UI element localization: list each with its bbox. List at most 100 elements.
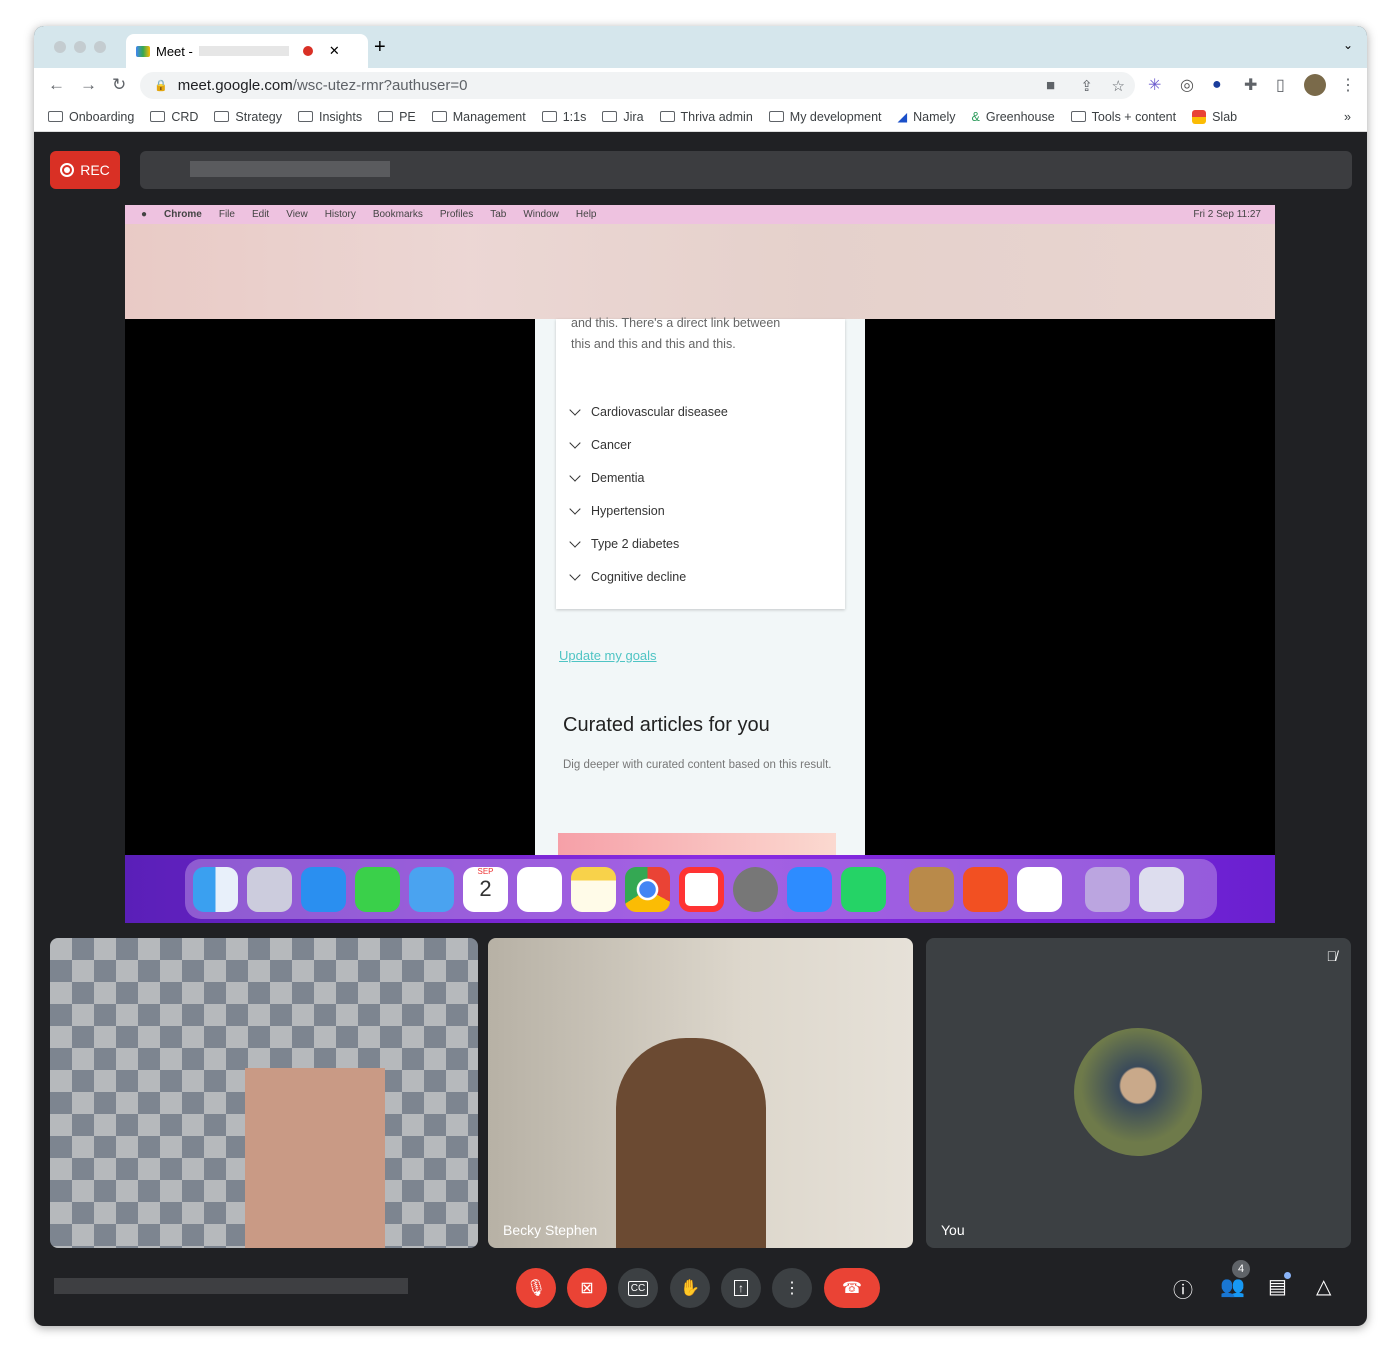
intro-text: and this. There's a direct link between: [571, 316, 781, 330]
folder-icon: [1070, 111, 1086, 122]
captions-icon: CC: [627, 1280, 649, 1296]
news-icon: [679, 866, 724, 912]
new-tab-button[interactable]: +: [374, 36, 386, 59]
back-icon[interactable]: ←: [48, 75, 65, 95]
extension-icon[interactable]: ●: [1212, 76, 1222, 94]
participant-tile-you[interactable]: 🎙̸ You: [926, 938, 1351, 1248]
zoom-icon: [787, 866, 832, 912]
folder-icon: [768, 111, 784, 122]
menu-item: Window: [523, 209, 559, 220]
folder-icon: [541, 111, 557, 122]
bookmark-insights[interactable]: Insights: [297, 110, 362, 124]
menu-icon[interactable]: ⋮: [1340, 75, 1356, 95]
muted-mic-icon: 🎙̸: [1326, 948, 1338, 964]
tab-title: Meet -: [156, 43, 193, 59]
maximize-window-button[interactable]: [94, 41, 106, 53]
browser-window: Meet - ✕ + ⌄ ← → ↻ 🔒 meet.google.com/wsc…: [34, 26, 1367, 1326]
more-bookmarks-icon[interactable]: »: [1344, 110, 1351, 124]
messages-icon: [355, 866, 400, 912]
recording-badge: REC: [50, 151, 120, 189]
forward-icon[interactable]: →: [80, 75, 97, 95]
tab-title-redacted: [198, 46, 289, 56]
notes-icon: [571, 866, 616, 912]
minimize-window-button[interactable]: [74, 41, 86, 53]
tab-search-chevron-icon[interactable]: ⌄: [1343, 38, 1353, 52]
extension-icon[interactable]: ✳: [1148, 75, 1161, 95]
reminders-icon: [517, 866, 562, 912]
bookmark-crd[interactable]: CRD: [150, 110, 198, 124]
present-icon: ↑: [734, 1280, 748, 1296]
bookmark-1-1s[interactable]: 1:1s: [541, 110, 586, 124]
side-panel-icon[interactable]: ▯: [1276, 75, 1285, 95]
namely-icon: ◢: [897, 110, 908, 124]
meet-logo-icon: [136, 45, 150, 57]
leave-call-button[interactable]: ☎: [824, 1268, 880, 1308]
participant-name: You: [941, 1222, 965, 1238]
update-goals-link[interactable]: Update my goals: [559, 648, 657, 663]
microphone-off-button[interactable]: 🎙: [516, 1268, 556, 1308]
participant-tile-becky-stephen[interactable]: Becky Stephen: [488, 938, 913, 1248]
bookmark-management[interactable]: Management: [431, 110, 526, 124]
condition-item[interactable]: Cognitive decline: [569, 560, 830, 593]
shared-web-page: and this. There's a direct link between …: [535, 316, 865, 856]
bookmark-tools-content[interactable]: Tools + content: [1070, 110, 1176, 124]
tab-meet[interactable]: Meet - ✕: [126, 34, 368, 68]
bookmark-strategy[interactable]: Strategy: [214, 110, 282, 124]
bookmark-star-icon[interactable]: ☆: [1112, 77, 1125, 95]
condition-item[interactable]: Hypertension: [569, 494, 830, 527]
hand-icon: ✋: [680, 1280, 700, 1297]
record-icon: [60, 163, 75, 177]
info-icon[interactable]: ⓘ: [1173, 1274, 1193, 1303]
bookmark-namely[interactable]: ◢ Namely: [897, 109, 956, 125]
mail-icon: [409, 866, 454, 912]
bookmark-slab[interactable]: Slab: [1192, 109, 1237, 124]
mac-clock: Fri 2 Sep 11:27: [1193, 209, 1261, 220]
address-bar[interactable]: 🔒 meet.google.com/wsc-utez-rmr?authuser=…: [140, 72, 1135, 99]
camera-off-button[interactable]: ⊠: [567, 1268, 607, 1308]
condition-item[interactable]: Dementia: [569, 461, 830, 494]
chevron-down-icon: [569, 502, 581, 515]
whatsapp-icon: [841, 866, 886, 912]
contacts-icon: [909, 866, 954, 912]
share-icon[interactable]: ⇪: [1080, 77, 1093, 95]
condition-item[interactable]: Type 2 diabetes: [569, 527, 830, 560]
present-button[interactable]: ↑: [721, 1268, 761, 1308]
bookmark-jira[interactable]: Jira: [602, 110, 644, 124]
chevron-down-icon: [569, 568, 581, 581]
folder-icon: [297, 111, 313, 122]
section-title: Curated articles for you: [563, 714, 770, 736]
bookmark-my-development[interactable]: My development: [768, 110, 882, 124]
profile-avatar[interactable]: [1304, 74, 1326, 96]
raise-hand-button[interactable]: ✋: [670, 1268, 710, 1308]
downloads-icon: [1085, 866, 1130, 912]
extension-icon[interactable]: ◎: [1180, 75, 1194, 95]
folder-icon: [48, 111, 63, 122]
bookmark-onboarding[interactable]: Onboarding: [48, 110, 134, 124]
slab-icon: [1192, 109, 1207, 124]
condition-item[interactable]: Cardiovascular diseasee: [569, 395, 830, 428]
bookmark-greenhouse[interactable]: & Greenhouse: [972, 110, 1055, 124]
close-tab-icon[interactable]: ✕: [329, 43, 340, 59]
participant-tile-redacted[interactable]: [50, 938, 478, 1248]
bookmark-pe[interactable]: PE: [378, 110, 416, 124]
menu-item: Profiles: [439, 209, 474, 220]
chat-notification-dot: [1284, 1272, 1291, 1279]
puzzle-icon[interactable]: ✚: [1244, 75, 1257, 95]
captions-button[interactable]: CC: [618, 1268, 658, 1308]
more-vert-icon: ⋮: [784, 1280, 800, 1297]
more-options-button[interactable]: ⋮: [772, 1268, 812, 1308]
url-text: meet.google.com/wsc-utez-rmr?authuser=0: [177, 77, 468, 94]
condition-item[interactable]: Cancer: [569, 428, 830, 461]
shared-browser-chrome-redacted: [125, 224, 1275, 319]
conditions-card: and this. There's a direct link between …: [556, 316, 845, 609]
folder-icon: [602, 111, 618, 122]
camera-icon[interactable]: ■: [1046, 77, 1055, 94]
participant-video: [245, 1068, 385, 1248]
mic-off-icon: 🎙: [525, 1280, 547, 1297]
close-window-button[interactable]: [54, 41, 66, 53]
hang-up-icon: ☎: [842, 1280, 862, 1297]
menu-item: View: [286, 209, 308, 220]
reload-icon[interactable]: ↻: [112, 75, 126, 95]
activities-icon[interactable]: △: [1316, 1274, 1331, 1299]
bookmark-thriva-admin[interactable]: Thriva admin: [659, 110, 753, 124]
